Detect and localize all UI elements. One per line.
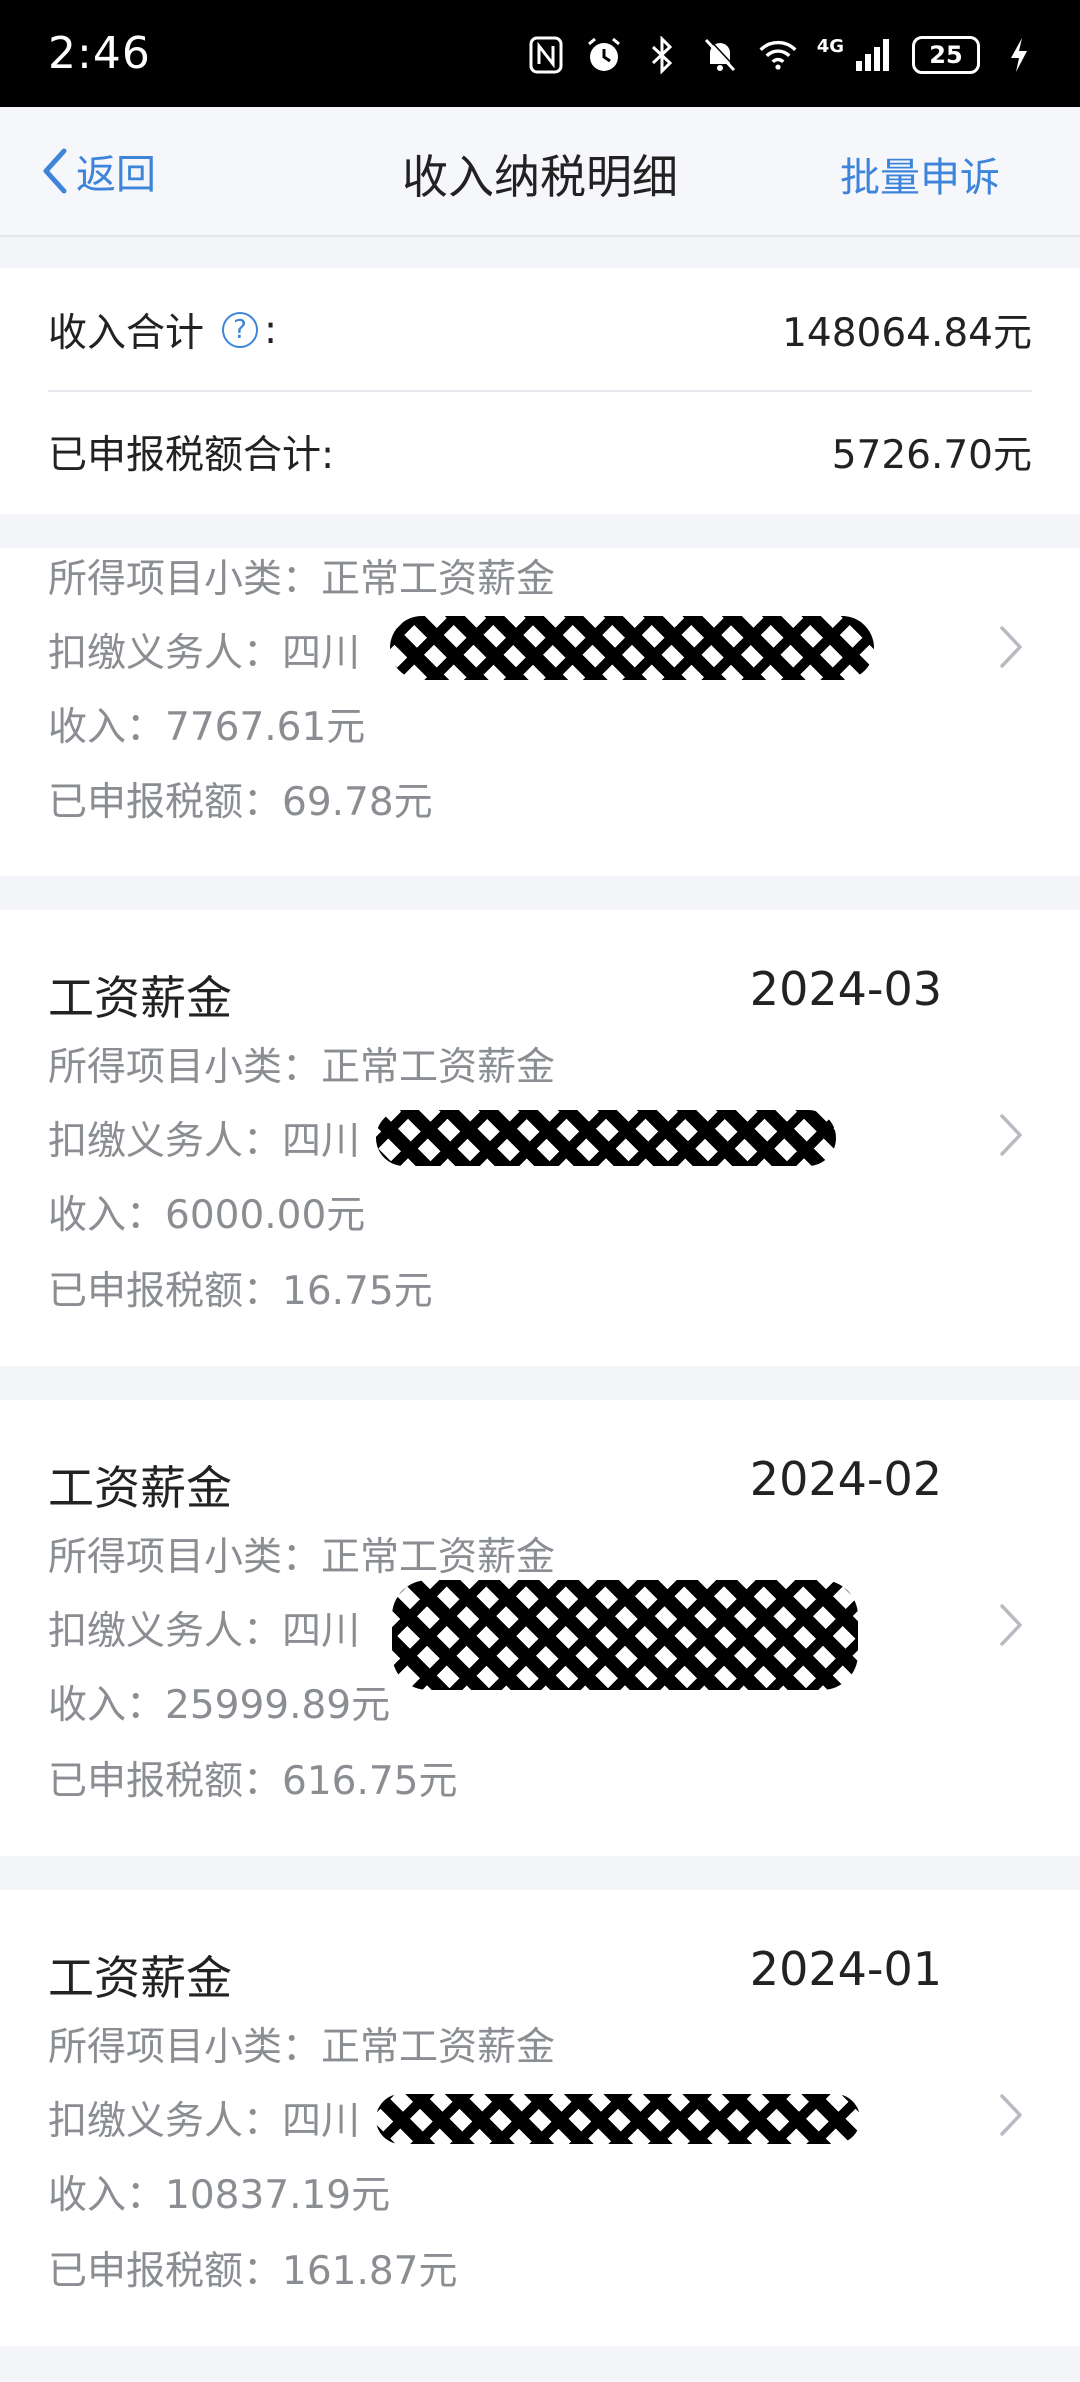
mute-icon bbox=[701, 36, 739, 74]
wifi-icon bbox=[759, 36, 797, 74]
tax-total-row: 已申报税额合计: 5726.70元 bbox=[48, 392, 1032, 512]
chevron-right-icon bbox=[1000, 1604, 1022, 1646]
alarm-icon bbox=[585, 36, 623, 74]
record-date: 2024-03 bbox=[749, 962, 942, 1016]
charging-icon bbox=[1000, 36, 1038, 74]
help-icon[interactable]: ? bbox=[222, 312, 259, 348]
record-income: 收入：10837.19元 bbox=[48, 2173, 391, 2218]
nav-bar: 返回 收入纳税明细 批量申诉 bbox=[0, 107, 1080, 237]
record-subcategory: 所得项目小类：正常工资薪金 bbox=[48, 1045, 556, 1090]
record-subcategory: 所得项目小类：正常工资薪金 bbox=[48, 1535, 556, 1580]
redaction-mark bbox=[376, 2094, 860, 2144]
income-total-colon: : bbox=[264, 307, 278, 353]
summary-card: 收入合计 ? : 148064.84元 已申报税额合计: 5726.70元 bbox=[0, 268, 1080, 514]
battery-level: 25 bbox=[912, 36, 980, 74]
record-withholder: 扣缴义务人：四川 bbox=[48, 2099, 361, 2144]
record-title: 工资薪金 bbox=[48, 1461, 232, 1515]
chevron-right-icon bbox=[1000, 2094, 1022, 2136]
chevron-right-icon bbox=[1000, 626, 1022, 668]
record-income: 收入：25999.89元 bbox=[48, 1683, 391, 1728]
record-card[interactable]: 工资薪金 2024-02 所得项目小类：正常工资薪金 扣缴义务人：四川 收入：2… bbox=[0, 1400, 1080, 1856]
batch-appeal-button[interactable]: 批量申诉 bbox=[840, 145, 1000, 203]
signal-icon bbox=[854, 36, 892, 74]
bluetooth-icon bbox=[643, 36, 681, 74]
record-tax: 已申报税额：16.75元 bbox=[48, 1269, 433, 1314]
redaction-mark bbox=[376, 1110, 836, 1166]
record-date: 2024-02 bbox=[749, 1452, 942, 1506]
network-type-label: 4G bbox=[816, 35, 844, 57]
record-date: 2024-01 bbox=[749, 1942, 942, 1996]
record-subcategory: 所得项目小类：正常工资薪金 bbox=[48, 557, 556, 602]
redaction-mark bbox=[392, 1580, 858, 1690]
chevron-right-icon bbox=[1000, 1114, 1022, 1156]
record-income: 收入：6000.00元 bbox=[48, 1193, 366, 1238]
record-withholder: 扣缴义务人：四川 bbox=[48, 1609, 361, 1654]
record-income: 收入：7767.61元 bbox=[48, 705, 366, 750]
status-time: 2:46 bbox=[48, 28, 151, 79]
income-total-value: 148064.84元 bbox=[782, 311, 1032, 356]
income-total-row: 收入合计 ? : 148064.84元 bbox=[48, 270, 1032, 392]
record-card[interactable]: 所得项目小类：正常工资薪金 扣缴义务人：四川 收入：7767.61元 已申报税额… bbox=[0, 548, 1080, 876]
record-withholder: 扣缴义务人：四川 bbox=[48, 1119, 361, 1164]
record-title: 工资薪金 bbox=[48, 1951, 232, 2005]
nfc-icon bbox=[527, 36, 565, 74]
status-bar: 2:46 4G 25 bbox=[0, 0, 1080, 107]
record-withholder: 扣缴义务人：四川 bbox=[48, 631, 361, 676]
record-subcategory: 所得项目小类：正常工资薪金 bbox=[48, 2025, 556, 2070]
income-total-label: 收入合计 bbox=[48, 311, 205, 356]
status-icons: 4G 25 bbox=[527, 30, 1038, 80]
record-card[interactable]: 工资薪金 2024-03 所得项目小类：正常工资薪金 扣缴义务人：四川 收入：6… bbox=[0, 910, 1080, 1366]
tax-total-label: 已申报税额合计: bbox=[48, 433, 335, 478]
record-title: 工资薪金 bbox=[48, 971, 232, 1025]
redaction-mark bbox=[390, 616, 874, 680]
tax-total-value: 5726.70元 bbox=[831, 433, 1032, 478]
record-tax: 已申报税额：69.78元 bbox=[48, 780, 433, 825]
record-tax: 已申报税额：161.87元 bbox=[48, 2249, 458, 2294]
record-card[interactable]: 工资薪金 2024-01 所得项目小类：正常工资薪金 扣缴义务人：四川 收入：1… bbox=[0, 1890, 1080, 2346]
record-tax: 已申报税额：616.75元 bbox=[48, 1759, 458, 1804]
